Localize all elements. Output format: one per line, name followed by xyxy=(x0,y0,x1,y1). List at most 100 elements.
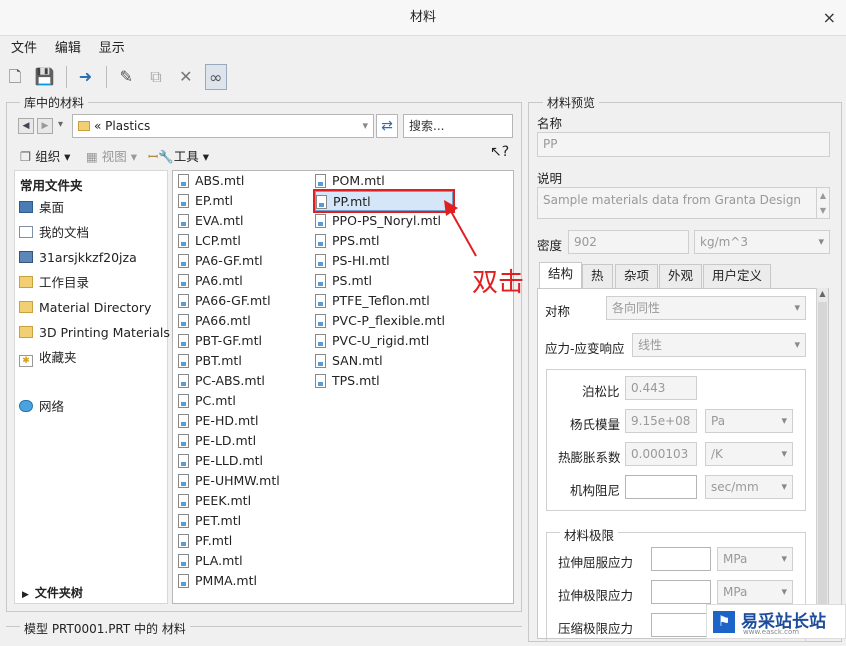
description-field[interactable]: Sample materials data from Granta Design xyxy=(537,187,818,219)
thermal-unit-select[interactable]: /K xyxy=(705,442,793,466)
file-name: PE-LD.mtl xyxy=(195,433,257,448)
file-item[interactable]: PTFE_Teflon.mtl xyxy=(315,291,430,311)
tab-structure[interactable]: 结构 xyxy=(539,262,583,289)
fav-documents[interactable]: 我的文档 xyxy=(15,220,167,245)
views-button[interactable]: ▦ 视图 ▾ xyxy=(86,146,137,165)
young-unit-select[interactable]: Pa xyxy=(705,409,793,433)
material-file-icon xyxy=(178,374,189,388)
fav-bookmarks[interactable]: ✱ 收藏夹 xyxy=(15,345,167,370)
path-field[interactable]: « Plastics xyxy=(72,114,374,138)
file-item[interactable]: PE-HD.mtl xyxy=(178,411,259,431)
close-icon[interactable]: × xyxy=(823,0,836,36)
damping-unit-select[interactable]: sec/mm xyxy=(705,475,793,499)
menu-file[interactable]: 文件 xyxy=(11,36,37,62)
file-item[interactable]: ABS.mtl xyxy=(178,171,244,191)
file-item[interactable]: PET.mtl xyxy=(178,511,241,531)
arrow-right-icon[interactable]: ➜ xyxy=(74,64,96,90)
tensile-yield-field[interactable] xyxy=(651,547,711,571)
poisson-field[interactable]: 0.443 xyxy=(625,376,697,400)
tab-misc[interactable]: 杂项 xyxy=(615,264,659,288)
fav-material-dir[interactable]: Material Directory xyxy=(15,295,167,320)
toolbar: 🗋 💾 ➜ ✎ ⧉ ✕ ∞ xyxy=(4,64,846,94)
file-item[interactable]: PPO-PS_Noryl.mtl xyxy=(315,211,441,231)
file-name: PPO-PS_Noryl.mtl xyxy=(332,213,442,228)
tools-button[interactable]: ꟷ🔧工具 ▾ xyxy=(148,146,209,165)
save-icon[interactable]: 💾 xyxy=(34,64,56,90)
file-item[interactable]: PC.mtl xyxy=(178,391,236,411)
file-item[interactable]: EVA.mtl xyxy=(178,211,244,231)
damping-field[interactable] xyxy=(625,475,697,499)
young-label: 杨氏模量 xyxy=(570,417,621,432)
tensile-yield-unit[interactable]: MPa xyxy=(717,547,793,571)
description-scroll[interactable]: ▲ ▼ xyxy=(816,187,830,219)
search-input[interactable]: 搜索... xyxy=(403,114,513,138)
file-item[interactable]: LCP.mtl xyxy=(178,231,241,251)
pencil-icon[interactable]: ✎ xyxy=(115,64,137,90)
file-name: PA66-GF.mtl xyxy=(195,293,271,308)
panel-scrollbar[interactable]: ▲ xyxy=(816,288,828,639)
file-item[interactable]: PS-HI.mtl xyxy=(315,251,390,271)
file-item[interactable]: PMMA.mtl xyxy=(178,571,257,591)
file-name: PVC-U_rigid.mtl xyxy=(332,333,430,348)
file-item[interactable]: PA6.mtl xyxy=(178,271,243,291)
tensile-ultimate-field[interactable] xyxy=(651,580,711,604)
file-item[interactable]: PA6-GF.mtl xyxy=(178,251,263,271)
file-item[interactable]: PBT.mtl xyxy=(178,351,242,371)
young-field[interactable]: 9.15e+08 xyxy=(625,409,697,433)
back-icon[interactable]: ◀ xyxy=(18,118,34,134)
material-file-icon xyxy=(315,174,326,188)
fav-working-dir[interactable]: 工作目录 xyxy=(15,270,167,295)
organize-button[interactable]: ❐ 组织 ▾ xyxy=(20,146,70,165)
folder-icon xyxy=(19,276,33,288)
fav-computer[interactable]: 31arsjkkzf20jza xyxy=(15,245,167,270)
fav-label: 网络 xyxy=(39,399,65,414)
help-pointer-icon[interactable]: ↖? xyxy=(490,144,509,160)
name-field[interactable]: PP xyxy=(537,132,830,157)
tools-label: 工具 xyxy=(173,149,199,164)
material-file-icon xyxy=(178,434,189,448)
fav-network[interactable]: 网络 xyxy=(15,394,167,419)
file-item[interactable]: PC-ABS.mtl xyxy=(178,371,265,391)
menu-view[interactable]: 显示 xyxy=(99,36,125,62)
stress-strain-label: 应力-应变响应 xyxy=(545,341,625,356)
new-icon[interactable]: 🗋 xyxy=(4,64,26,90)
refresh-icon[interactable]: ⇄ xyxy=(376,114,398,138)
file-item[interactable]: PVC-U_rigid.mtl xyxy=(315,331,429,351)
tab-user-defined[interactable]: 用户定义 xyxy=(703,264,772,288)
file-item[interactable]: PE-UHMW.mtl xyxy=(178,471,280,491)
compression-field[interactable] xyxy=(651,613,711,637)
delete-icon[interactable]: ✕ xyxy=(175,64,197,90)
menu-edit[interactable]: 编辑 xyxy=(55,36,81,62)
fav-desktop[interactable]: 桌面 xyxy=(15,195,167,220)
tensile-ultimate-unit[interactable]: MPa xyxy=(717,580,793,604)
file-item[interactable]: PE-LLD.mtl xyxy=(178,451,263,471)
file-item[interactable]: PE-LD.mtl xyxy=(178,431,256,451)
file-item[interactable]: EP.mtl xyxy=(178,191,233,211)
density-unit-select[interactable]: kg/m^3 xyxy=(694,230,830,254)
file-item[interactable]: SAN.mtl xyxy=(315,351,383,371)
symmetry-select[interactable]: 各向同性 xyxy=(606,296,806,320)
density-field[interactable]: 902 xyxy=(568,230,689,254)
file-item[interactable]: PA66-GF.mtl xyxy=(178,291,271,311)
file-item[interactable]: PS.mtl xyxy=(315,271,372,291)
file-item[interactable]: POM.mtl xyxy=(315,171,385,191)
folder-tree-toggle[interactable]: ▶ 文件夹树 xyxy=(22,584,83,601)
file-item[interactable]: PBT-GF.mtl xyxy=(178,331,262,351)
history-dropdown-icon[interactable]: ▾ xyxy=(58,119,63,130)
glasses-icon[interactable]: ∞ xyxy=(204,64,227,90)
file-item[interactable]: PF.mtl xyxy=(178,531,232,551)
file-item[interactable]: PP.mtl xyxy=(313,189,455,213)
stress-strain-select[interactable]: 线性 xyxy=(632,333,806,357)
copy-icon[interactable]: ⧉ xyxy=(145,64,167,90)
tab-thermal[interactable]: 热 xyxy=(582,264,613,288)
file-item[interactable]: TPS.mtl xyxy=(315,371,380,391)
file-item[interactable]: PEEK.mtl xyxy=(178,491,251,511)
thermal-expansion-field[interactable]: 0.000103 xyxy=(625,442,697,466)
fav-3d-printing[interactable]: 3D Printing Materials xyxy=(15,320,170,345)
tab-appearance[interactable]: 外观 xyxy=(659,264,703,288)
file-item[interactable]: PPS.mtl xyxy=(315,231,380,251)
file-item[interactable]: PVC-P_flexible.mtl xyxy=(315,311,445,331)
file-item[interactable]: PA66.mtl xyxy=(178,311,251,331)
forward-icon[interactable]: ▶ xyxy=(37,118,53,134)
file-item[interactable]: PLA.mtl xyxy=(178,551,243,571)
